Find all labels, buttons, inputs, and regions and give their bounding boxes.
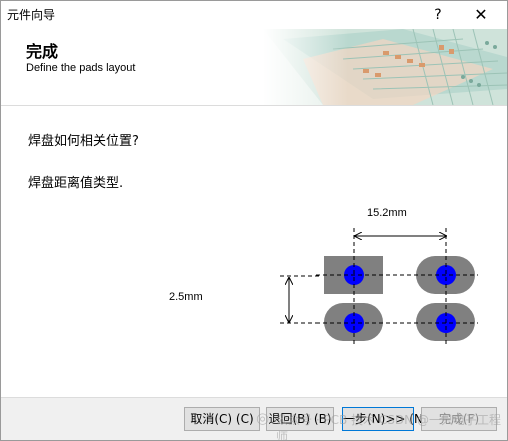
back-button[interactable]: 退回(B) (B) [266, 407, 334, 431]
close-button[interactable]: ✕ [467, 4, 495, 26]
wizard-footer: 取消(C) (C) 退回(B) (B) 一步(N)>> (N) 完成(F) [1, 397, 507, 440]
window-title: 元件向导 [7, 8, 56, 22]
component-wizard-dialog: 元件向导 ? ✕ 完成 Define the pads layout 焊盘如何相… [0, 0, 508, 441]
wizard-header: 完成 Define the pads layout [1, 29, 507, 106]
help-button[interactable]: ? [426, 4, 450, 26]
finish-button[interactable]: 完成(F) [421, 407, 497, 431]
page-title: 完成 [26, 42, 59, 61]
next-button[interactable]: 一步(N)>> (N) [342, 407, 428, 431]
page-subtitle: Define the pads layout [26, 62, 136, 74]
title-bar: 元件向导 ? ✕ [1, 1, 507, 29]
pad-layout-diagram [280, 228, 478, 346]
pcb-banner-image [263, 29, 507, 105]
pad-position-question: 焊盘如何相关位置? [28, 134, 139, 149]
cancel-button[interactable]: 取消(C) (C) [184, 407, 260, 431]
vertical-dimension-label: 2.5mm [169, 291, 203, 303]
pad-spacing-question: 焊盘距离值类型. [28, 176, 124, 191]
